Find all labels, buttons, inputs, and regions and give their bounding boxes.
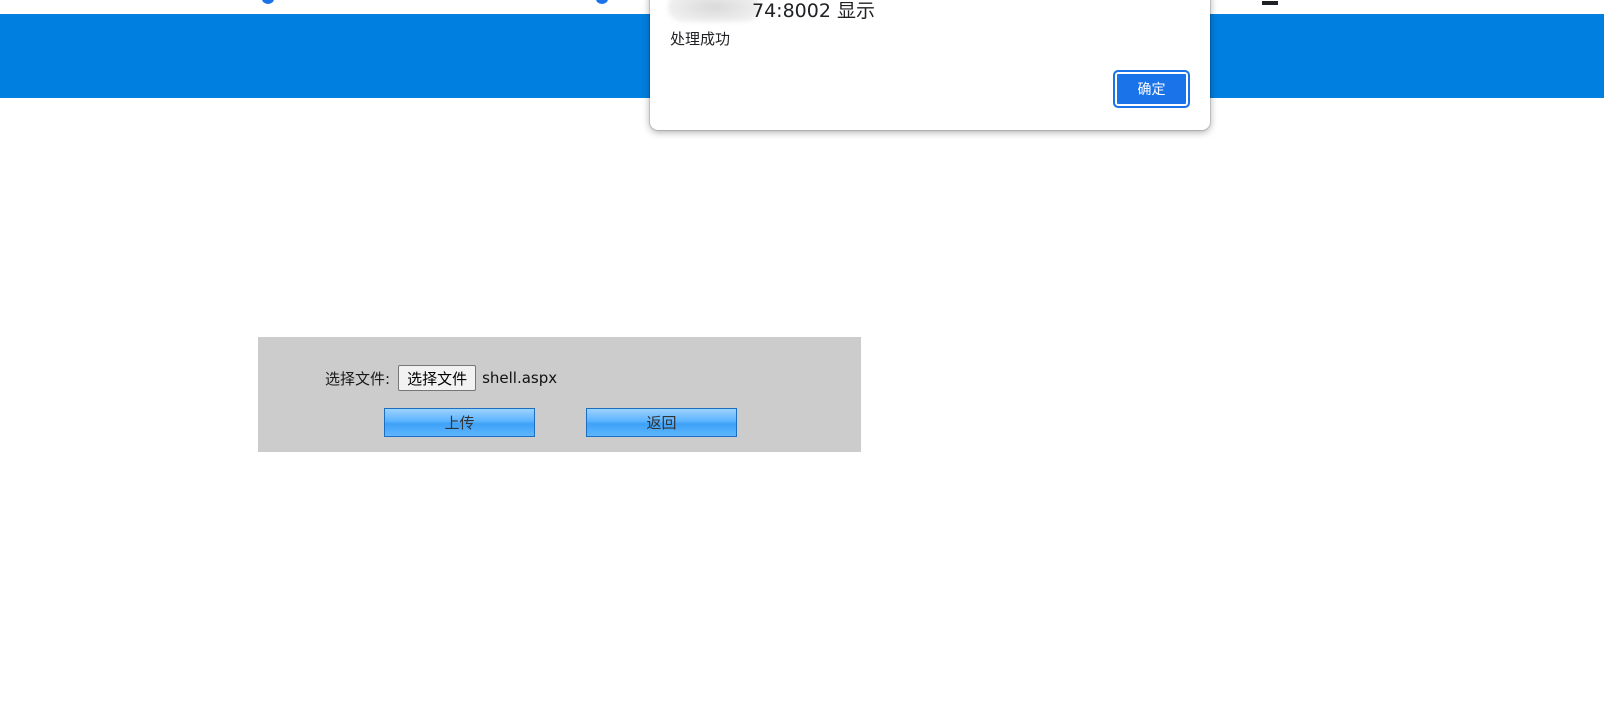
alert-ok-button[interactable]: 确定: [1113, 70, 1190, 108]
alert-message: 处理成功: [670, 30, 731, 48]
choose-file-button[interactable]: 选择文件: [398, 365, 477, 391]
file-row: 选择文件: 选择文件 shell.aspx: [325, 365, 557, 391]
selected-file-name: shell.aspx: [482, 369, 558, 387]
background-fragment-icon: [262, 0, 274, 4]
upload-panel: 选择文件: 选择文件 shell.aspx 上传 返回: [258, 337, 861, 452]
file-label: 选择文件:: [325, 369, 391, 388]
alert-origin-title: 74:8002 显示: [752, 0, 875, 22]
redacted-host-blur: [668, 0, 760, 22]
alert-dialog: 74:8002 显示 处理成功 确定: [650, 0, 1210, 130]
upload-button[interactable]: 上传: [384, 408, 535, 437]
background-fragment-icon: [596, 0, 608, 4]
back-button[interactable]: 返回: [586, 408, 737, 437]
background-fragment-icon: [1262, 1, 1278, 5]
